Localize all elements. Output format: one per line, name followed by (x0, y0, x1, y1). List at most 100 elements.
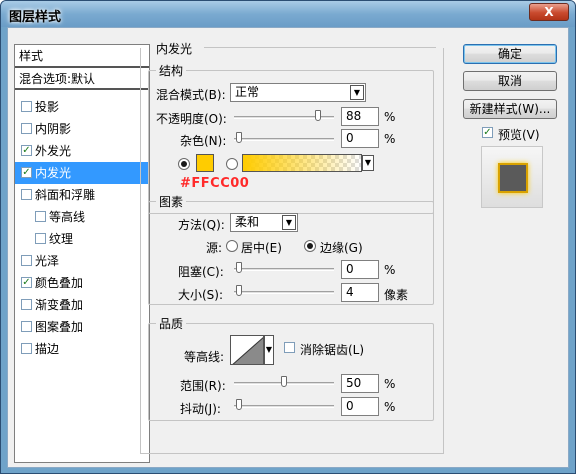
opacity-input[interactable]: 88 (341, 107, 379, 126)
choke-input[interactable]: 0 (341, 260, 379, 279)
style-item-label: 外发光 (35, 144, 72, 158)
elements-label: 图素 (156, 193, 187, 210)
noise-slider-track[interactable] (234, 138, 334, 141)
styles-header[interactable]: 样式 (15, 45, 149, 68)
blend-mode-select[interactable]: 正常 ▼ (230, 83, 366, 102)
style-item[interactable]: 等高线 (15, 206, 149, 228)
styles-list: 样式 混合选项:默认 投影 内阴影 ✓ 外发光 ✓ 内发光 斜面和浮雕 等高线 纹理 光泽 ✓ 颜色叠… (14, 44, 150, 463)
layer-style-dialog: 图层样式 X 样式 混合选项:默认 投影 内阴影 ✓ 外发光 ✓ 内发光 斜面和浮雕 等高线纹… (0, 0, 576, 474)
source-center-label[interactable]: 居中(E) (241, 239, 282, 256)
range-label: 范围(R): (180, 379, 226, 393)
anti-alias-label[interactable]: 消除锯齿(L) (300, 341, 364, 358)
style-item-label: 颜色叠加 (35, 276, 84, 290)
source-center-radio[interactable] (226, 240, 238, 252)
style-item-checkbox[interactable] (21, 255, 32, 266)
blend-options-item[interactable]: 混合选项:默认 (15, 68, 149, 90)
style-item[interactable]: 投影 (15, 96, 149, 118)
technique-label: 方法(Q): (178, 218, 225, 232)
style-item[interactable]: 光泽 (15, 250, 149, 272)
style-item-checkbox[interactable] (21, 343, 32, 354)
range-input[interactable]: 50 (341, 374, 379, 393)
jitter-label: 抖动(J): (180, 402, 221, 416)
source-edge-label[interactable]: 边缘(G) (320, 239, 363, 256)
source-label: 源: (206, 241, 223, 255)
window-title: 图层样式 (9, 10, 62, 25)
title-bar[interactable]: 图层样式 X (1, 1, 575, 27)
chevron-down-icon: ▼ (282, 215, 296, 230)
style-item-checkbox[interactable] (21, 321, 32, 332)
jitter-input[interactable]: 0 (341, 397, 379, 416)
blend-mode-value: 正常 (235, 85, 260, 99)
ok-button[interactable]: 确定 (463, 44, 557, 64)
quality-label: 品质 (156, 315, 187, 332)
style-item-checkbox[interactable] (35, 233, 46, 244)
style-item-label: 图案叠加 (35, 320, 84, 334)
opacity-label: 不透明度(O): (156, 112, 227, 126)
preview-square (498, 163, 528, 193)
contour-preview[interactable] (230, 335, 264, 365)
source-edge-radio[interactable] (304, 240, 316, 252)
style-item-checkbox[interactable] (35, 211, 46, 222)
style-item[interactable]: ✓ 外发光 (15, 140, 149, 162)
size-slider-thumb[interactable] (236, 285, 242, 296)
style-item-label: 等高线 (49, 210, 86, 224)
new-style-button[interactable]: 新建样式(W)... (463, 99, 557, 119)
gradient-radio[interactable] (226, 158, 238, 170)
style-item-label: 斜面和浮雕 (35, 188, 96, 202)
cancel-button[interactable]: 取消 (463, 71, 557, 91)
range-slider-thumb[interactable] (281, 376, 287, 387)
anti-alias-checkbox[interactable] (284, 342, 295, 353)
style-item[interactable]: 斜面和浮雕 (15, 184, 149, 206)
noise-label: 杂色(N): (180, 134, 227, 148)
jitter-slider-thumb[interactable] (236, 399, 242, 410)
contour-chevron-down-icon[interactable]: ▼ (264, 335, 274, 365)
choke-slider-track[interactable] (234, 268, 334, 271)
style-item-checkbox[interactable]: ✓ (21, 145, 32, 156)
style-item-checkbox[interactable]: ✓ (21, 277, 32, 288)
size-label: 大小(S): (178, 288, 224, 302)
style-item-label: 描边 (35, 342, 60, 356)
style-item-checkbox[interactable] (21, 189, 32, 200)
jitter-slider-track[interactable] (234, 405, 334, 408)
style-item[interactable]: ✓ 内发光 (15, 162, 149, 184)
jitter-unit: % (384, 400, 396, 414)
size-slider-track[interactable] (234, 291, 334, 294)
style-item[interactable]: 图案叠加 (15, 316, 149, 338)
style-item-label: 光泽 (35, 254, 60, 268)
style-item-checkbox[interactable] (21, 101, 32, 112)
opacity-slider-thumb[interactable] (315, 110, 322, 121)
style-item-label: 纹理 (49, 232, 74, 246)
style-item-checkbox[interactable] (21, 299, 32, 310)
solid-color-radio[interactable] (178, 158, 190, 170)
technique-select[interactable]: 柔和 ▼ (230, 213, 298, 232)
chevron-down-icon: ▼ (350, 85, 364, 100)
choke-unit: % (384, 263, 396, 277)
glow-gradient-swatch[interactable] (242, 154, 362, 172)
technique-value: 柔和 (235, 215, 260, 229)
structure-label: 结构 (156, 62, 187, 79)
style-item-checkbox[interactable] (21, 123, 32, 134)
range-unit: % (384, 377, 396, 391)
preview-label[interactable]: 预览(V) (498, 126, 540, 143)
style-item-checkbox[interactable]: ✓ (21, 167, 32, 178)
glow-color-swatch[interactable] (196, 154, 214, 172)
close-button[interactable]: X (529, 3, 569, 21)
color-annotation: #FFCC00 (180, 176, 250, 191)
noise-input[interactable]: 0 (341, 129, 379, 148)
contour-curve-icon (232, 337, 263, 364)
style-item-label: 内阴影 (35, 122, 72, 136)
style-item[interactable]: 纹理 (15, 228, 149, 250)
style-item[interactable]: 内阴影 (15, 118, 149, 140)
style-item[interactable]: 渐变叠加 (15, 294, 149, 316)
size-input[interactable]: 4 (341, 283, 379, 302)
gradient-chevron-down-icon[interactable]: ▼ (362, 155, 374, 171)
style-item[interactable]: 描边 (15, 338, 149, 360)
contour-label: 等高线: (184, 350, 225, 364)
style-item[interactable]: ✓ 颜色叠加 (15, 272, 149, 294)
opacity-unit: % (384, 110, 396, 124)
choke-slider-thumb[interactable] (236, 262, 242, 273)
preview-checkbox[interactable]: ✓ (482, 127, 493, 138)
noise-unit: % (384, 132, 396, 146)
size-unit: 像素 (384, 288, 409, 302)
noise-slider-thumb[interactable] (236, 132, 242, 143)
